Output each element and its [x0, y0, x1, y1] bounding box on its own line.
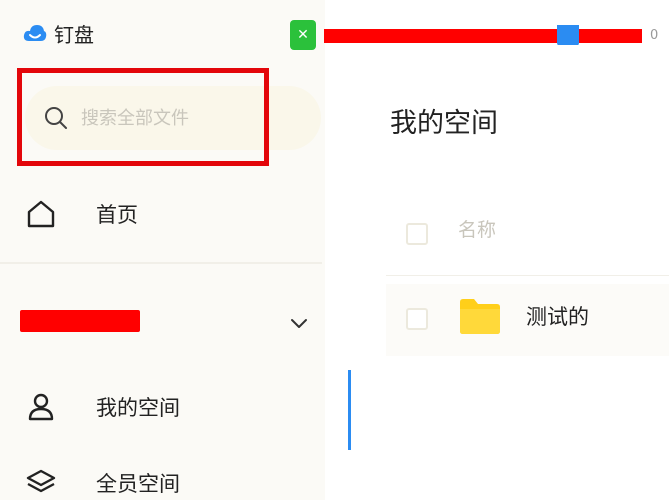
tab-title-suffix: 0	[650, 28, 659, 43]
home-icon	[24, 197, 58, 231]
nav-label-home: 首页	[96, 203, 138, 227]
file-name[interactable]: 测试的	[526, 301, 589, 331]
tab-title: 0	[324, 25, 664, 45]
user-icon	[24, 390, 58, 424]
column-header-name[interactable]: 名称	[458, 215, 496, 242]
app-brand[interactable]: 钉盘	[22, 18, 94, 48]
tab-blue-icon	[557, 25, 579, 45]
nav-label-all-space: 全员空间	[96, 472, 180, 496]
active-indicator	[348, 370, 351, 450]
file-tab[interactable]: ✕ 0	[290, 20, 664, 50]
nav-label-my-space: 我的空间	[96, 396, 180, 420]
nav-item-all-space[interactable]: 全员空间	[24, 466, 180, 500]
nav-item-home[interactable]: 首页	[24, 197, 138, 231]
redaction-bar	[20, 310, 140, 332]
sidebar-divider	[0, 262, 322, 264]
redaction-bar	[324, 29, 642, 43]
table-header: 名称	[386, 203, 669, 263]
excel-file-icon: ✕	[290, 20, 316, 50]
layers-icon	[24, 466, 58, 500]
workspace-section-header[interactable]	[18, 306, 318, 340]
select-all-checkbox[interactable]	[406, 223, 428, 245]
nav-item-my-space[interactable]: 我的空间	[24, 390, 180, 424]
cloud-logo-icon	[22, 20, 48, 46]
folder-icon	[458, 296, 502, 336]
header-divider	[386, 275, 669, 276]
app-name: 钉盘	[54, 22, 94, 47]
chevron-down-icon[interactable]	[288, 312, 310, 334]
row-checkbox[interactable]	[406, 308, 428, 330]
annotation-highlight	[17, 68, 269, 166]
table-row[interactable]: 测试的	[386, 284, 669, 356]
page-title: 我的空间	[390, 108, 498, 139]
